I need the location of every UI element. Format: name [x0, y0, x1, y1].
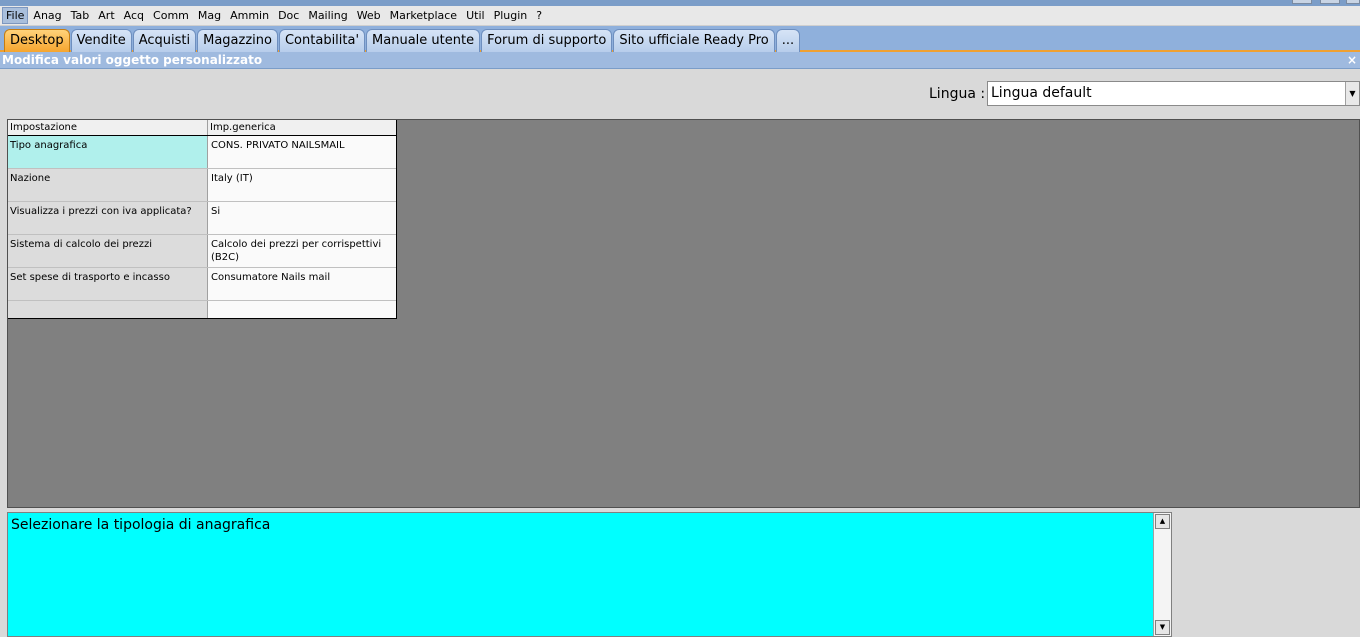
table-row[interactable]: Visualizza i prezzi con iva applicata? S… — [8, 202, 396, 235]
row-key[interactable]: Visualizza i prezzi con iva applicata? — [8, 202, 208, 234]
menu-marketplace[interactable]: Marketplace — [386, 7, 461, 24]
close-icon[interactable]: × — [1347, 52, 1357, 69]
table-row[interactable]: Sistema di calcolo dei prezzi Calcolo de… — [8, 235, 396, 268]
menu-tab[interactable]: Tab — [67, 7, 94, 24]
table-row-empty[interactable] — [8, 301, 396, 318]
header-impostazione[interactable]: Impostazione — [8, 120, 208, 135]
row-value[interactable]: Consumatore Nails mail — [208, 268, 396, 300]
row-value-empty[interactable] — [208, 301, 396, 318]
grid-header: Impostazione Imp.generica — [8, 120, 396, 136]
menu-ammin[interactable]: Ammin — [226, 7, 273, 24]
row-value[interactable]: CONS. PRIVATO NAILSMAIL — [208, 136, 396, 168]
window-close-button[interactable] — [1346, 0, 1360, 4]
row-value[interactable]: Italy (IT) — [208, 169, 396, 201]
minimize-button[interactable] — [1292, 0, 1312, 4]
menu-bar: File Anag Tab Art Acq Comm Mag Ammin Doc… — [0, 6, 1360, 26]
description-box[interactable]: Selezionare la tipologia di anagrafica ▲… — [7, 512, 1172, 637]
tab-vendite[interactable]: Vendite — [70, 29, 132, 52]
row-value[interactable]: Calcolo dei prezzi per corrispettivi (B2… — [208, 235, 396, 267]
tab-magazzino[interactable]: Magazzino — [197, 29, 278, 52]
menu-anag[interactable]: Anag — [29, 7, 65, 24]
tab-more[interactable]: ... — [775, 29, 801, 52]
table-row[interactable]: Nazione Italy (IT) — [8, 169, 396, 202]
lingua-value: Lingua default — [991, 85, 1092, 101]
menu-comm[interactable]: Comm — [149, 7, 193, 24]
menu-acq[interactable]: Acq — [120, 7, 148, 24]
row-value[interactable]: Si — [208, 202, 396, 234]
lingua-label: Lingua : — [929, 86, 986, 102]
row-key[interactable]: Tipo anagrafica — [8, 136, 208, 168]
menu-plugin[interactable]: Plugin — [490, 7, 532, 24]
lingua-select[interactable]: Lingua default ▼ — [987, 81, 1360, 106]
menu-util[interactable]: Util — [462, 7, 488, 24]
menu-art[interactable]: Art — [94, 7, 118, 24]
row-key[interactable]: Nazione — [8, 169, 208, 201]
chevron-down-icon[interactable]: ▼ — [1345, 82, 1359, 105]
tab-forum-di-supporto[interactable]: Forum di supporto — [481, 29, 613, 52]
header-imp-generica[interactable]: Imp.generica — [208, 120, 396, 135]
grid-area: Impostazione Imp.generica Tipo anagrafic… — [7, 119, 1360, 508]
maximize-button[interactable] — [1320, 0, 1340, 4]
arrow-up-icon[interactable]: ▲ — [1155, 514, 1170, 529]
panel-title: Modifica valori oggetto personalizzato — [2, 53, 263, 67]
row-key[interactable]: Set spese di trasporto e incasso — [8, 268, 208, 300]
arrow-down-icon[interactable]: ▼ — [1155, 620, 1170, 635]
description-text: Selezionare la tipologia di anagrafica — [11, 517, 271, 533]
panel-title-bar: Modifica valori oggetto personalizzato × — [0, 52, 1360, 69]
menu-file[interactable]: File — [2, 7, 29, 24]
row-key-empty[interactable] — [8, 301, 208, 318]
menu-mailing[interactable]: Mailing — [304, 7, 351, 24]
table-row[interactable]: Tipo anagrafica CONS. PRIVATO NAILSMAIL — [8, 136, 396, 169]
tab-acquisti[interactable]: Acquisti — [132, 29, 197, 52]
tab-sito-ufficiale[interactable]: Sito ufficiale Ready Pro — [613, 29, 775, 52]
tab-desktop[interactable]: Desktop — [4, 29, 70, 52]
tab-manuale-utente[interactable]: Manuale utente — [366, 29, 481, 52]
settings-grid: Impostazione Imp.generica Tipo anagrafic… — [8, 120, 397, 319]
row-key[interactable]: Sistema di calcolo dei prezzi — [8, 235, 208, 267]
vertical-scrollbar[interactable]: ▲ ▼ — [1153, 513, 1171, 636]
menu-web[interactable]: Web — [353, 7, 385, 24]
menu-mag[interactable]: Mag — [194, 7, 225, 24]
tab-contabilita[interactable]: Contabilita' — [278, 29, 366, 52]
menu-doc[interactable]: Doc — [274, 7, 303, 24]
menu-help[interactable]: ? — [532, 7, 546, 24]
table-row[interactable]: Set spese di trasporto e incasso Consuma… — [8, 268, 396, 301]
tab-strip: Desktop Vendite Acquisti Magazzino Conta… — [0, 26, 1360, 52]
